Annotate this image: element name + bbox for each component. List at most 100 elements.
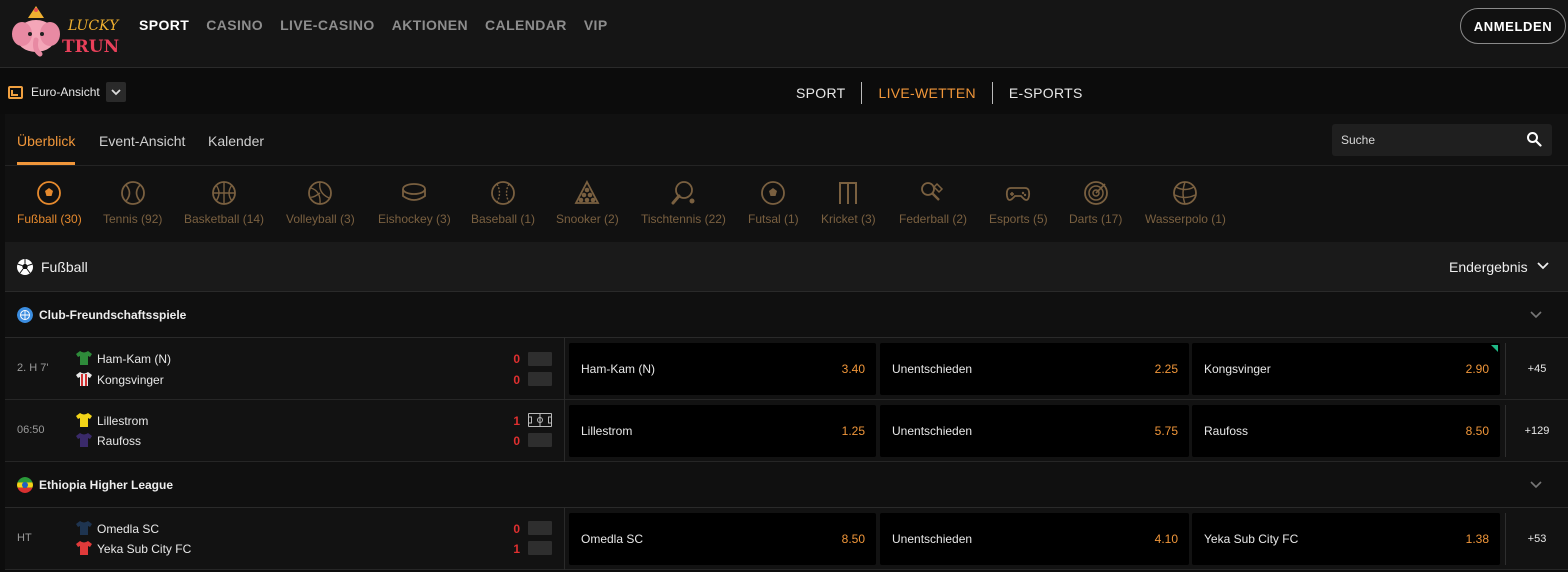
divider	[564, 338, 565, 400]
waterpolo-ball-icon	[1173, 181, 1198, 205]
divider	[564, 508, 565, 570]
tab-event-ansicht[interactable]: Event-Ansicht	[99, 133, 185, 149]
volleyball-icon	[308, 181, 333, 205]
sport-federball[interactable]: Federball (2)	[899, 180, 967, 226]
sport-eishockey[interactable]: Eishockey (3)	[378, 180, 451, 226]
search-box	[1332, 124, 1552, 156]
odds-button-draw[interactable]: Unentschieden 4.10	[880, 513, 1189, 565]
team-shirt-icon	[76, 413, 92, 427]
search-icon[interactable]	[1526, 131, 1542, 147]
sport-kricket[interactable]: Kricket (3)	[821, 180, 876, 226]
logo-line1: LUCKY	[67, 18, 120, 34]
odds-button-home[interactable]: Ham-Kam (N) 3.40	[569, 343, 876, 395]
more-markets-button[interactable]: +45	[1505, 343, 1568, 395]
team-shirt-icon	[76, 433, 92, 447]
league-name: Ethiopia Higher League	[39, 478, 174, 492]
login-button[interactable]: ANMELDEN	[1460, 8, 1566, 44]
sport-fussball[interactable]: Fußball (30)	[17, 180, 82, 226]
sport-esports[interactable]: Esports (5)	[989, 180, 1048, 226]
sport-volleyball[interactable]: Volleyball (3)	[286, 180, 355, 226]
view-selector[interactable]: Euro-Ansicht	[8, 82, 126, 102]
soccer-ball-icon	[17, 259, 33, 275]
away-team: Raufoss	[97, 434, 142, 448]
sport-darts[interactable]: Darts (17)	[1069, 180, 1122, 226]
snooker-rack-icon	[574, 180, 600, 204]
stat-box	[528, 541, 552, 555]
chevron-down-icon[interactable]	[1530, 311, 1542, 319]
odds-button-home[interactable]: Omedla SC 8.50	[569, 513, 876, 565]
main-nav: SPORT CASINO LIVE-CASINO AKTIONEN CALEND…	[139, 17, 625, 33]
match-row[interactable]: 2. H 7' Ham-Kam (N) Kongsvinger 0 0 Ham-…	[5, 338, 1568, 400]
sport-wasserpolo[interactable]: Wasserpolo (1)	[1145, 180, 1226, 226]
nav-aktionen[interactable]: AKTIONEN	[392, 17, 468, 33]
logo-line2: TRUNK	[62, 37, 120, 57]
chevron-down-icon[interactable]	[105, 82, 126, 102]
team-shirt-icon	[76, 541, 92, 555]
sport-snooker[interactable]: Snooker (2)	[556, 180, 619, 226]
odds-button-draw[interactable]: Unentschieden 2.25	[880, 343, 1189, 395]
chevron-down-icon[interactable]	[1537, 261, 1549, 271]
stat-box	[528, 433, 552, 447]
home-score: 0	[513, 522, 520, 536]
league-header[interactable]: Ethiopia Higher League	[5, 462, 1568, 508]
odds-button-away[interactable]: Kongsvinger 2.90	[1192, 343, 1500, 395]
globe-flag-icon	[17, 307, 33, 323]
pitch-icon[interactable]	[528, 413, 552, 427]
futsal-ball-icon	[761, 181, 786, 205]
away-team: Kongsvinger	[97, 373, 164, 387]
subnav-sport[interactable]: SPORT	[780, 85, 861, 101]
odds-button-draw[interactable]: Unentschieden 5.75	[880, 405, 1189, 457]
home-score: 1	[513, 414, 520, 428]
league-header[interactable]: Club-Freundschaftsspiele	[5, 292, 1568, 338]
sport-baseball[interactable]: Baseball (1)	[471, 180, 535, 226]
match-row[interactable]: HT Omedla SC Yeka Sub City FC 0 1 Omedla…	[5, 508, 1568, 570]
away-score: 0	[513, 373, 520, 387]
ethiopia-flag-icon	[17, 477, 33, 493]
sports-filter: Fußball (30) Tennis (92) Basketball (14)…	[5, 166, 1568, 242]
team-shirt-icon	[76, 372, 92, 386]
match-time: HT	[17, 532, 32, 544]
sport-futsal[interactable]: Futsal (1)	[748, 180, 799, 226]
lucky-trunk-logo[interactable]: LUCKY TRUNK	[10, 4, 135, 62]
home-team: Ham-Kam (N)	[97, 352, 171, 366]
tab-ueberblick[interactable]: Überblick	[17, 133, 75, 149]
nav-sport[interactable]: SPORT	[139, 17, 189, 33]
sport-section-header: Fußball Endergebnis	[5, 242, 1568, 292]
nav-vip[interactable]: VIP	[584, 17, 608, 33]
subnav-esports[interactable]: E-SPORTS	[993, 85, 1099, 101]
sub-bar: Euro-Ansicht SPORT LIVE-WETTEN E-SPORTS	[0, 68, 1568, 114]
nav-casino[interactable]: CASINO	[206, 17, 263, 33]
gamepad-icon	[1006, 187, 1031, 201]
home-team: Lillestrom	[97, 414, 149, 428]
more-markets-button[interactable]: +129	[1505, 405, 1568, 457]
stat-box	[528, 352, 552, 366]
basketball-icon	[212, 181, 236, 205]
match-time: 2. H 7'	[17, 362, 49, 374]
nav-calendar[interactable]: CALENDAR	[485, 17, 567, 33]
nav-live-casino[interactable]: LIVE-CASINO	[280, 17, 375, 33]
search-input[interactable]	[1332, 124, 1522, 156]
market-selector[interactable]: Endergebnis	[1449, 259, 1528, 275]
away-score: 1	[513, 542, 520, 556]
more-markets-button[interactable]: +53	[1505, 513, 1568, 565]
sport-tischtennis[interactable]: Tischtennis (22)	[641, 180, 726, 226]
odds-button-away[interactable]: Yeka Sub City FC 1.38	[1192, 513, 1500, 565]
baseball-icon	[491, 181, 515, 205]
home-team: Omedla SC	[97, 522, 160, 536]
soccer-ball-icon	[37, 181, 62, 205]
sport-basketball[interactable]: Basketball (14)	[184, 180, 264, 226]
tab-kalender[interactable]: Kalender	[208, 133, 264, 149]
cricket-wicket-icon	[839, 182, 858, 204]
divider	[564, 400, 565, 462]
sub-nav: SPORT LIVE-WETTEN E-SPORTS	[780, 82, 1099, 104]
view-tabs: Überblick Event-Ansicht Kalender	[5, 114, 1568, 166]
odds-button-home[interactable]: Lillestrom 1.25	[569, 405, 876, 457]
subnav-live-wetten[interactable]: LIVE-WETTEN	[862, 85, 991, 101]
odds-button-away[interactable]: Raufoss 8.50	[1192, 405, 1500, 457]
sport-tennis[interactable]: Tennis (92)	[103, 180, 162, 226]
top-bar: LUCKY TRUNK SPORT CASINO LIVE-CASINO AKT…	[0, 0, 1568, 68]
stat-box	[528, 521, 552, 535]
hockey-puck-icon	[402, 183, 427, 201]
chevron-down-icon[interactable]	[1530, 481, 1542, 489]
match-row[interactable]: 06:50 Lillestrom Raufoss 1 0 Lillestrom …	[5, 400, 1568, 462]
